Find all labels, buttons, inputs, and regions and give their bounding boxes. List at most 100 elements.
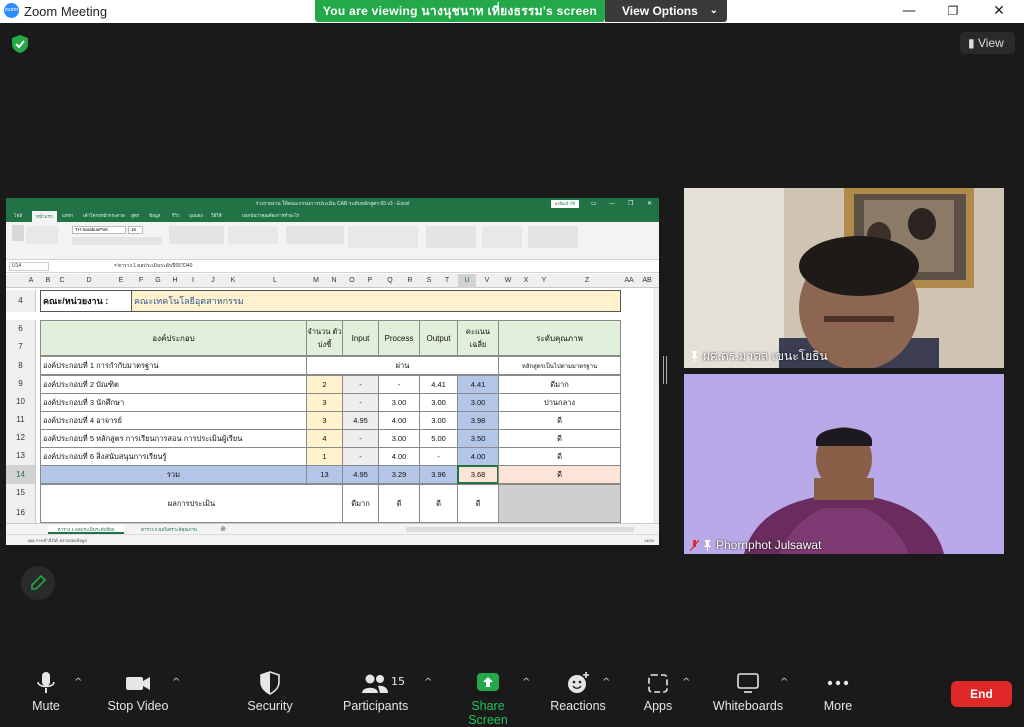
- component-name-cell: องค์ประกอบที่ 2 บัณฑิต: [40, 375, 307, 394]
- indicator-count-cell: 1: [306, 447, 343, 466]
- pencil-icon: [31, 574, 47, 590]
- shield-check-icon[interactable]: [12, 35, 28, 53]
- excel-status-bar: คุณ การเข้าถึงได้: ตรวจสอบข้อมูล 140%: [6, 534, 659, 545]
- column-header: I: [192, 277, 194, 284]
- stop-video-button[interactable]: Stop Video: [106, 671, 170, 713]
- apps-options-caret-icon[interactable]: ^: [682, 677, 690, 688]
- header-quality-cell: ระดับคุณภาพ: [498, 320, 621, 356]
- reactions-button[interactable]: Reactions: [550, 671, 606, 713]
- more-button[interactable]: More: [822, 671, 854, 713]
- whiteboards-label: Whiteboards: [712, 699, 784, 713]
- pass-cell: ผ่าน: [306, 356, 499, 375]
- excel-ribbon-display-icon: ▭: [591, 200, 597, 207]
- participants-count: 15: [391, 675, 405, 688]
- row-header: 7: [6, 338, 36, 356]
- header-count-cell: จำนวน ตัวบ่งชี้: [306, 320, 343, 356]
- participant-video-tile[interactable]: Phornphot Julsawat: [684, 374, 1004, 554]
- participant-name-label: ผศ.ดร.มาดล เขนะโยธิน: [690, 347, 828, 366]
- column-header: W: [504, 277, 512, 284]
- clipboard-group: [26, 226, 58, 244]
- mute-button[interactable]: Mute: [26, 671, 66, 713]
- input-score-cell: -: [342, 375, 379, 394]
- mute-label: Mute: [32, 699, 60, 713]
- result-avg-cell: ดี: [457, 484, 499, 523]
- process-score-cell: 4.00: [378, 447, 420, 466]
- participants-options-caret-icon[interactable]: ^: [424, 677, 432, 688]
- column-header: H: [172, 277, 178, 284]
- column-header: Z: [584, 277, 590, 284]
- styles-group: [348, 226, 418, 248]
- indicator-count-cell: 2: [306, 375, 343, 394]
- video-options-caret-icon[interactable]: ^: [172, 677, 180, 688]
- excel-horizontal-scrollbar: [406, 527, 634, 532]
- reactions-options-caret-icon[interactable]: ^: [602, 677, 610, 688]
- excel-sheet-tabs: ตาราง 1 ผลประเมินระดับปี65 ตาราง 2 ผลวิเ…: [6, 523, 659, 534]
- analysis-group: [528, 226, 578, 248]
- participant-video-tile[interactable]: ผศ.ดร.มาดล เขนะโยธิน: [684, 188, 1004, 368]
- indicator-count-cell: 3: [306, 411, 343, 430]
- view-layout-button[interactable]: ▮ View: [960, 32, 1015, 54]
- excel-signin-button: ลงชื่อเข้าใช้: [551, 200, 579, 208]
- muted-mic-icon: [690, 539, 699, 551]
- mute-options-caret-icon[interactable]: ^: [74, 677, 82, 688]
- minimize-icon[interactable]: —: [898, 2, 920, 20]
- excel-tab-active: หน้าแรก: [32, 211, 57, 222]
- column-header: AA: [624, 277, 634, 284]
- annotate-button[interactable]: [21, 566, 55, 600]
- add-sheet-icon: ⊕: [220, 526, 226, 533]
- pin-icon: [704, 539, 711, 551]
- whiteboard-icon: [737, 673, 759, 693]
- total-avg-cell-selected: 3.68: [457, 465, 499, 484]
- total-output-cell: 3.96: [419, 465, 458, 484]
- column-header: X: [523, 277, 529, 284]
- close-icon[interactable]: ✕: [988, 2, 1010, 20]
- indicator-count-cell: 4: [306, 429, 343, 448]
- row-header: 10: [6, 393, 36, 411]
- video-camera-icon: [126, 677, 150, 690]
- whiteboards-options-caret-icon[interactable]: ^: [780, 677, 788, 688]
- excel-ribbon: TH SarabunPSK 16: [6, 222, 659, 260]
- process-score-cell: 3.00: [378, 429, 420, 448]
- avg-score-cell: 3.98: [457, 411, 499, 430]
- share-screen-label: Share Screen: [468, 699, 508, 727]
- total-label-cell: รวม: [40, 465, 307, 484]
- row-header: 13: [6, 447, 36, 465]
- share-screen-button[interactable]: Share Screen: [454, 671, 522, 727]
- component-name-cell: องค์ประกอบที่ 3 นักศึกษา: [40, 393, 307, 412]
- excel-titlebar: ร่างรายงาน ให้คณะกรรมการประเมิน CAR ระดั…: [6, 198, 659, 210]
- header-avg-cell: คะแนน เฉลี่ย: [457, 320, 499, 356]
- sheet-tab-active: ตาราง 1 ผลประเมินระดับปี65: [48, 525, 124, 534]
- column-header: J: [211, 277, 215, 284]
- excel-tab: สูตร: [131, 213, 140, 218]
- total-count-cell: 13: [306, 465, 343, 484]
- security-label: Security: [247, 699, 293, 713]
- security-button[interactable]: Security: [246, 671, 294, 713]
- avg-score-cell: 4.41: [457, 375, 499, 394]
- row-header-selected: 14: [6, 465, 36, 484]
- panel-resize-handle[interactable]: [663, 356, 667, 384]
- layout-icon: ▮: [968, 36, 975, 50]
- output-score-cell: 3.00: [419, 393, 458, 412]
- whiteboards-button[interactable]: Whiteboards: [712, 671, 784, 713]
- column-headers: A B C D E F G H I J K L M N O P Q R S T …: [6, 274, 659, 288]
- end-meeting-button[interactable]: End: [951, 681, 1012, 707]
- share-options-caret-icon[interactable]: ^: [522, 677, 530, 688]
- excel-formula-bar: U14 ='ตาราง 1 ผลประเมินระดับปี65'!D40: [6, 260, 659, 273]
- apps-icon: [648, 674, 668, 693]
- screen-share-banner: You are viewing นางนุชนาท เที่ยงธรรม's s…: [315, 0, 605, 22]
- view-options-button[interactable]: View Options ⌄: [605, 0, 727, 22]
- maximize-icon[interactable]: ❐: [942, 2, 964, 20]
- column-header: V: [484, 277, 490, 284]
- row-header: 8: [6, 356, 36, 375]
- participant-video: [684, 188, 1004, 368]
- apps-button[interactable]: Apps: [640, 671, 676, 713]
- excel-ribbon-tabs: ไฟล์ หน้าแรก แทรก เค้าโครงหน้ากระดาษ สูต…: [6, 210, 659, 222]
- column-header: C: [59, 277, 65, 284]
- input-score-cell: -: [342, 447, 379, 466]
- column-header: K: [230, 277, 236, 284]
- column-header: Y: [541, 277, 547, 284]
- sheet-tab: ตาราง 2 ผลวิเคราะห์คุณภาพ: [140, 527, 198, 532]
- total-quality-cell: ดี: [498, 465, 621, 484]
- avg-score-cell: 3.00: [457, 393, 499, 412]
- input-score-cell: 4.95: [342, 411, 379, 430]
